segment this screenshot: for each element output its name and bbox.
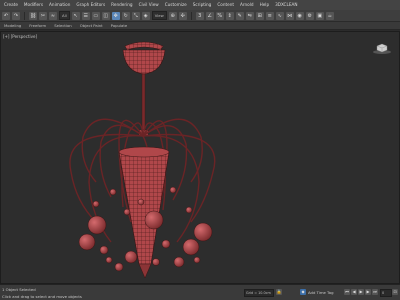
add-time-tag-label[interactable]: Add Time Tag — [308, 290, 333, 295]
cone-top — [118, 146, 170, 158]
ribbon-tab-selection[interactable]: Selection — [54, 23, 72, 28]
unlink-icon[interactable]: ✂ — [39, 11, 47, 20]
menu-civil-view[interactable]: Civil View — [139, 0, 159, 10]
menu-animation[interactable]: Animation — [49, 0, 70, 10]
selection-filter-dropdown[interactable]: All — [59, 11, 70, 20]
redo-icon[interactable]: ↷ — [12, 11, 20, 20]
snaps-toggle-icon[interactable]: 3 — [195, 11, 204, 20]
3dsmax-window: Create Modifiers Animation Graph Editors… — [0, 0, 400, 300]
menu-create[interactable]: Create — [4, 0, 18, 10]
viewcube-icon[interactable] — [373, 42, 391, 54]
bind-space-warp-icon[interactable]: ≈ — [49, 11, 57, 20]
canopy-rim — [124, 41, 164, 51]
ribbon-tab-modeling[interactable]: Modeling — [4, 23, 21, 28]
layer-explorer-icon[interactable]: ≡ — [265, 11, 274, 20]
menu-help[interactable]: Help — [260, 0, 270, 10]
go-to-start-icon[interactable]: ⏮ — [344, 289, 350, 295]
toolbar-divider — [24, 11, 25, 20]
reference-coordinate-dropdown[interactable]: View — [151, 11, 167, 20]
render-frame-icon[interactable]: ▣ — [315, 11, 324, 20]
add-time-tag-icon[interactable]: ◆ — [300, 289, 306, 295]
menu-scripting[interactable]: Scripting — [193, 0, 212, 10]
select-scale-icon[interactable]: ⤡ — [131, 11, 140, 20]
select-rotate-icon[interactable]: ↻ — [121, 11, 130, 20]
toolbar-divider — [190, 11, 192, 20]
ribbon-tab-freeform[interactable]: Freeform — [29, 23, 46, 28]
curve-editor-icon[interactable]: ∿ — [275, 11, 284, 20]
main-toolbar: ↶ ↷ ⛓ ✂ ≈ All ↖ ☰ ▭ ◫ ✥ ↻ ⤡ ◈ View ⊕ ✣ 3… — [0, 10, 400, 22]
named-selection-icon[interactable]: ✎ — [235, 11, 244, 20]
hanging-rod — [141, 73, 146, 133]
selection-info: 1 Object Selected — [2, 287, 36, 292]
grid-readout: Grid = 10.0cm — [244, 289, 274, 297]
lock-selection-icon[interactable]: 🔒 — [276, 289, 282, 295]
previous-frame-icon[interactable]: ◀ — [351, 289, 357, 295]
zoom-extents-icon[interactable]: ⊡ — [392, 289, 398, 295]
schematic-view-icon[interactable]: ⋈ — [285, 11, 294, 20]
cone-tip — [138, 263, 152, 279]
play-icon[interactable]: ▶ — [358, 289, 364, 295]
percent-snap-icon[interactable]: % — [215, 11, 224, 20]
current-frame-field[interactable]: 0 — [380, 289, 392, 297]
viewport-label[interactable]: [+] [Perspective] — [3, 34, 37, 39]
select-by-name-icon[interactable]: ☰ — [81, 11, 90, 20]
chandelier-model[interactable] — [1, 32, 400, 284]
ribbon-bar: Modeling Freeform Selection Object Paint… — [0, 22, 400, 30]
undo-icon[interactable]: ↶ — [2, 11, 10, 20]
perspective-viewport[interactable]: [+] [Perspective] — [0, 31, 400, 284]
menu-rendering[interactable]: Rendering — [111, 0, 132, 10]
menu-customize[interactable]: Customize — [165, 0, 187, 10]
go-to-end-icon[interactable]: ⏭ — [372, 289, 378, 295]
canopy-bowl — [122, 49, 166, 75]
window-crossing-icon[interactable]: ◫ — [101, 11, 110, 20]
next-frame-icon[interactable]: ▶ — [365, 289, 371, 295]
material-editor-icon[interactable]: ◉ — [295, 11, 304, 20]
rectangular-selection-icon[interactable]: ▭ — [91, 11, 100, 20]
menu-graph-editors[interactable]: Graph Editors — [76, 0, 105, 10]
ribbon-tab-object-paint[interactable]: Object Paint — [80, 23, 103, 28]
place-icon[interactable]: ◈ — [141, 11, 150, 20]
angle-snap-icon[interactable]: ∠ — [205, 11, 214, 20]
render-setup-icon[interactable]: ⚙ — [305, 11, 314, 20]
menu-3dxclean[interactable]: 3DXCLEAN — [275, 0, 297, 10]
status-prompt: Click and drag to select and move object… — [2, 294, 82, 299]
align-icon[interactable]: ⊞ — [255, 11, 264, 20]
ribbon-tab-populate[interactable]: Populate — [111, 23, 128, 28]
link-icon[interactable]: ⛓ — [29, 11, 37, 20]
status-bar: 1 Object Selected Click and drag to sele… — [0, 284, 400, 300]
select-object-icon[interactable]: ↖ — [71, 11, 80, 20]
mirror-icon[interactable]: ⇋ — [245, 11, 254, 20]
menu-modifiers[interactable]: Modifiers — [24, 0, 43, 10]
menu-bar: Create Modifiers Animation Graph Editors… — [0, 0, 400, 10]
render-icon[interactable]: ☕ — [325, 11, 334, 20]
select-move-icon[interactable]: ✥ — [111, 11, 120, 20]
spinner-snap-icon[interactable]: ⇕ — [225, 11, 234, 20]
pivot-center-icon[interactable]: ⊕ — [168, 11, 177, 20]
menu-arnold[interactable]: Arnold — [240, 0, 254, 10]
menu-content[interactable]: Content — [217, 0, 234, 10]
manipulate-icon[interactable]: ✣ — [178, 11, 187, 20]
